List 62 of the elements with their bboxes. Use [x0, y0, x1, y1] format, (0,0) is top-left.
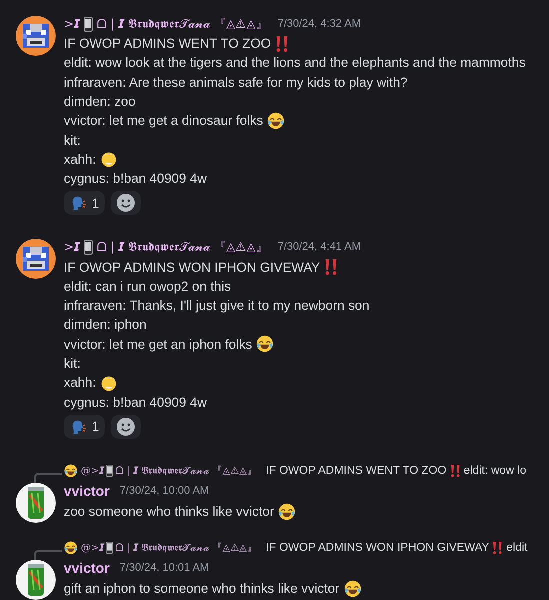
message-text: infraraven: Thanks, I'll just give it to my newborn son [64, 298, 370, 314]
username[interactable]: vvictor [64, 560, 110, 576]
username[interactable]: ᗝ | 𝙄 𝕭𝖗𝖚𝖉𝖖𝖜𝖊𝖗𝓣𝓪𝓷𝓪 『◬⚠◬』 [97, 238, 268, 256]
username[interactable]: vvictor [64, 482, 110, 499]
phone-icon [84, 16, 94, 32]
message-text: vvictor: let me get an iphon folks [64, 336, 252, 352]
username[interactable]: ᗝ | 𝙄 𝕭𝖗𝖚𝖉𝖖𝖜𝖊𝖗𝓣𝓪𝓷𝓪 『◬⚠◬』 [116, 464, 258, 478]
replied-user-avatar [64, 540, 78, 555]
pixel-cow-avatar [16, 16, 56, 56]
phone-icon [106, 542, 114, 554]
timestamp: 7/30/24, 4:41 AM [278, 241, 361, 254]
phone-icon [106, 464, 114, 477]
double-exclamation-icon [450, 464, 461, 478]
username[interactable]: @>𝙄 [81, 464, 104, 477]
message-text: xahh: [64, 152, 96, 167]
username[interactable]: >𝙄 [64, 240, 80, 254]
elder-face-emoji-icon [100, 150, 118, 168]
double-exclamation-icon [275, 34, 290, 53]
reply-preview-text[interactable]: IF OWOP ADMINS WENT TO ZOO [266, 464, 447, 477]
pixel-cow-avatar [16, 239, 56, 280]
message-text: cygnus: b!ban 40909 4w [64, 171, 207, 186]
message-text: IF OWOP ADMINS WON IPHON GIVEWAY [64, 260, 320, 275]
message-text: dimden: iphon [64, 317, 147, 332]
message-text: vvictor: let me get a dinosaur folks [64, 113, 264, 128]
elder-face-emoji-icon [100, 374, 118, 392]
message-text: dimden: zoo [64, 94, 136, 110]
reaction-button[interactable]: 1 [64, 414, 106, 439]
message-text: eldit: wow look at the tigers and the lions and the elephants and the mammoths [64, 55, 526, 70]
reply-preview-text[interactable]: IF OWOP ADMINS WON IPHON GIVEWAY [266, 542, 490, 554]
laughing-emoji-icon [267, 112, 286, 130]
soda-can-avatar [16, 482, 56, 523]
laughing-emoji-icon [278, 502, 296, 521]
reply-preview-text[interactable]: eldit: wow lo [464, 464, 526, 477]
add-reaction-button[interactable] [111, 191, 142, 216]
reaction-button[interactable]: 1 [64, 191, 106, 216]
message-text: gift an iphon to someone who thinks like vvictor [64, 581, 340, 596]
phone-icon [84, 240, 94, 255]
speaking-head-icon [70, 195, 88, 212]
message-text: infraraven: Are these animals safe for my kids to play with? [64, 74, 408, 90]
laughing-emoji-icon [256, 335, 274, 354]
message-text: eldit: can i run owop2 on this [64, 278, 232, 294]
soda-can-avatar [16, 560, 56, 600]
username[interactable]: ᗝ | 𝙄 𝕭𝖗𝖚𝖉𝖖𝖜𝖊𝖗𝓣𝓪𝓷𝓪 『◬⚠◬』 [116, 540, 258, 555]
message-text: cygnus: b!ban 40909 4w [64, 394, 207, 410]
message-text: IF OWOP ADMINS WENT TO ZOO [64, 36, 272, 52]
timestamp: 7/30/24, 4:32 AM [278, 18, 361, 30]
message-text: xahh: [64, 375, 96, 390]
timestamp: 7/30/24, 10:01 AM [120, 562, 210, 574]
reply-preview-text[interactable]: eldit [506, 542, 528, 554]
speaking-head-icon [70, 418, 88, 435]
message-text: zoo someone who thinks like vvictor [64, 504, 274, 520]
username[interactable]: @>𝙄 [81, 542, 104, 554]
message-text: kit: [64, 132, 81, 148]
username[interactable]: ᗝ | 𝙄 𝕭𝖗𝖚𝖉𝖖𝖜𝖊𝖗𝓣𝓪𝓷𝓪 『◬⚠◬』 [97, 16, 268, 32]
timestamp: 7/30/24, 10:00 AM [120, 484, 210, 497]
message-text: kit: [64, 356, 81, 371]
double-exclamation-icon [492, 540, 504, 555]
username[interactable]: >𝙄 [64, 17, 80, 31]
add-reaction-button[interactable] [111, 414, 142, 439]
replied-user-avatar [64, 464, 78, 478]
laughing-emoji-icon [344, 580, 362, 598]
double-exclamation-icon [324, 258, 339, 276]
